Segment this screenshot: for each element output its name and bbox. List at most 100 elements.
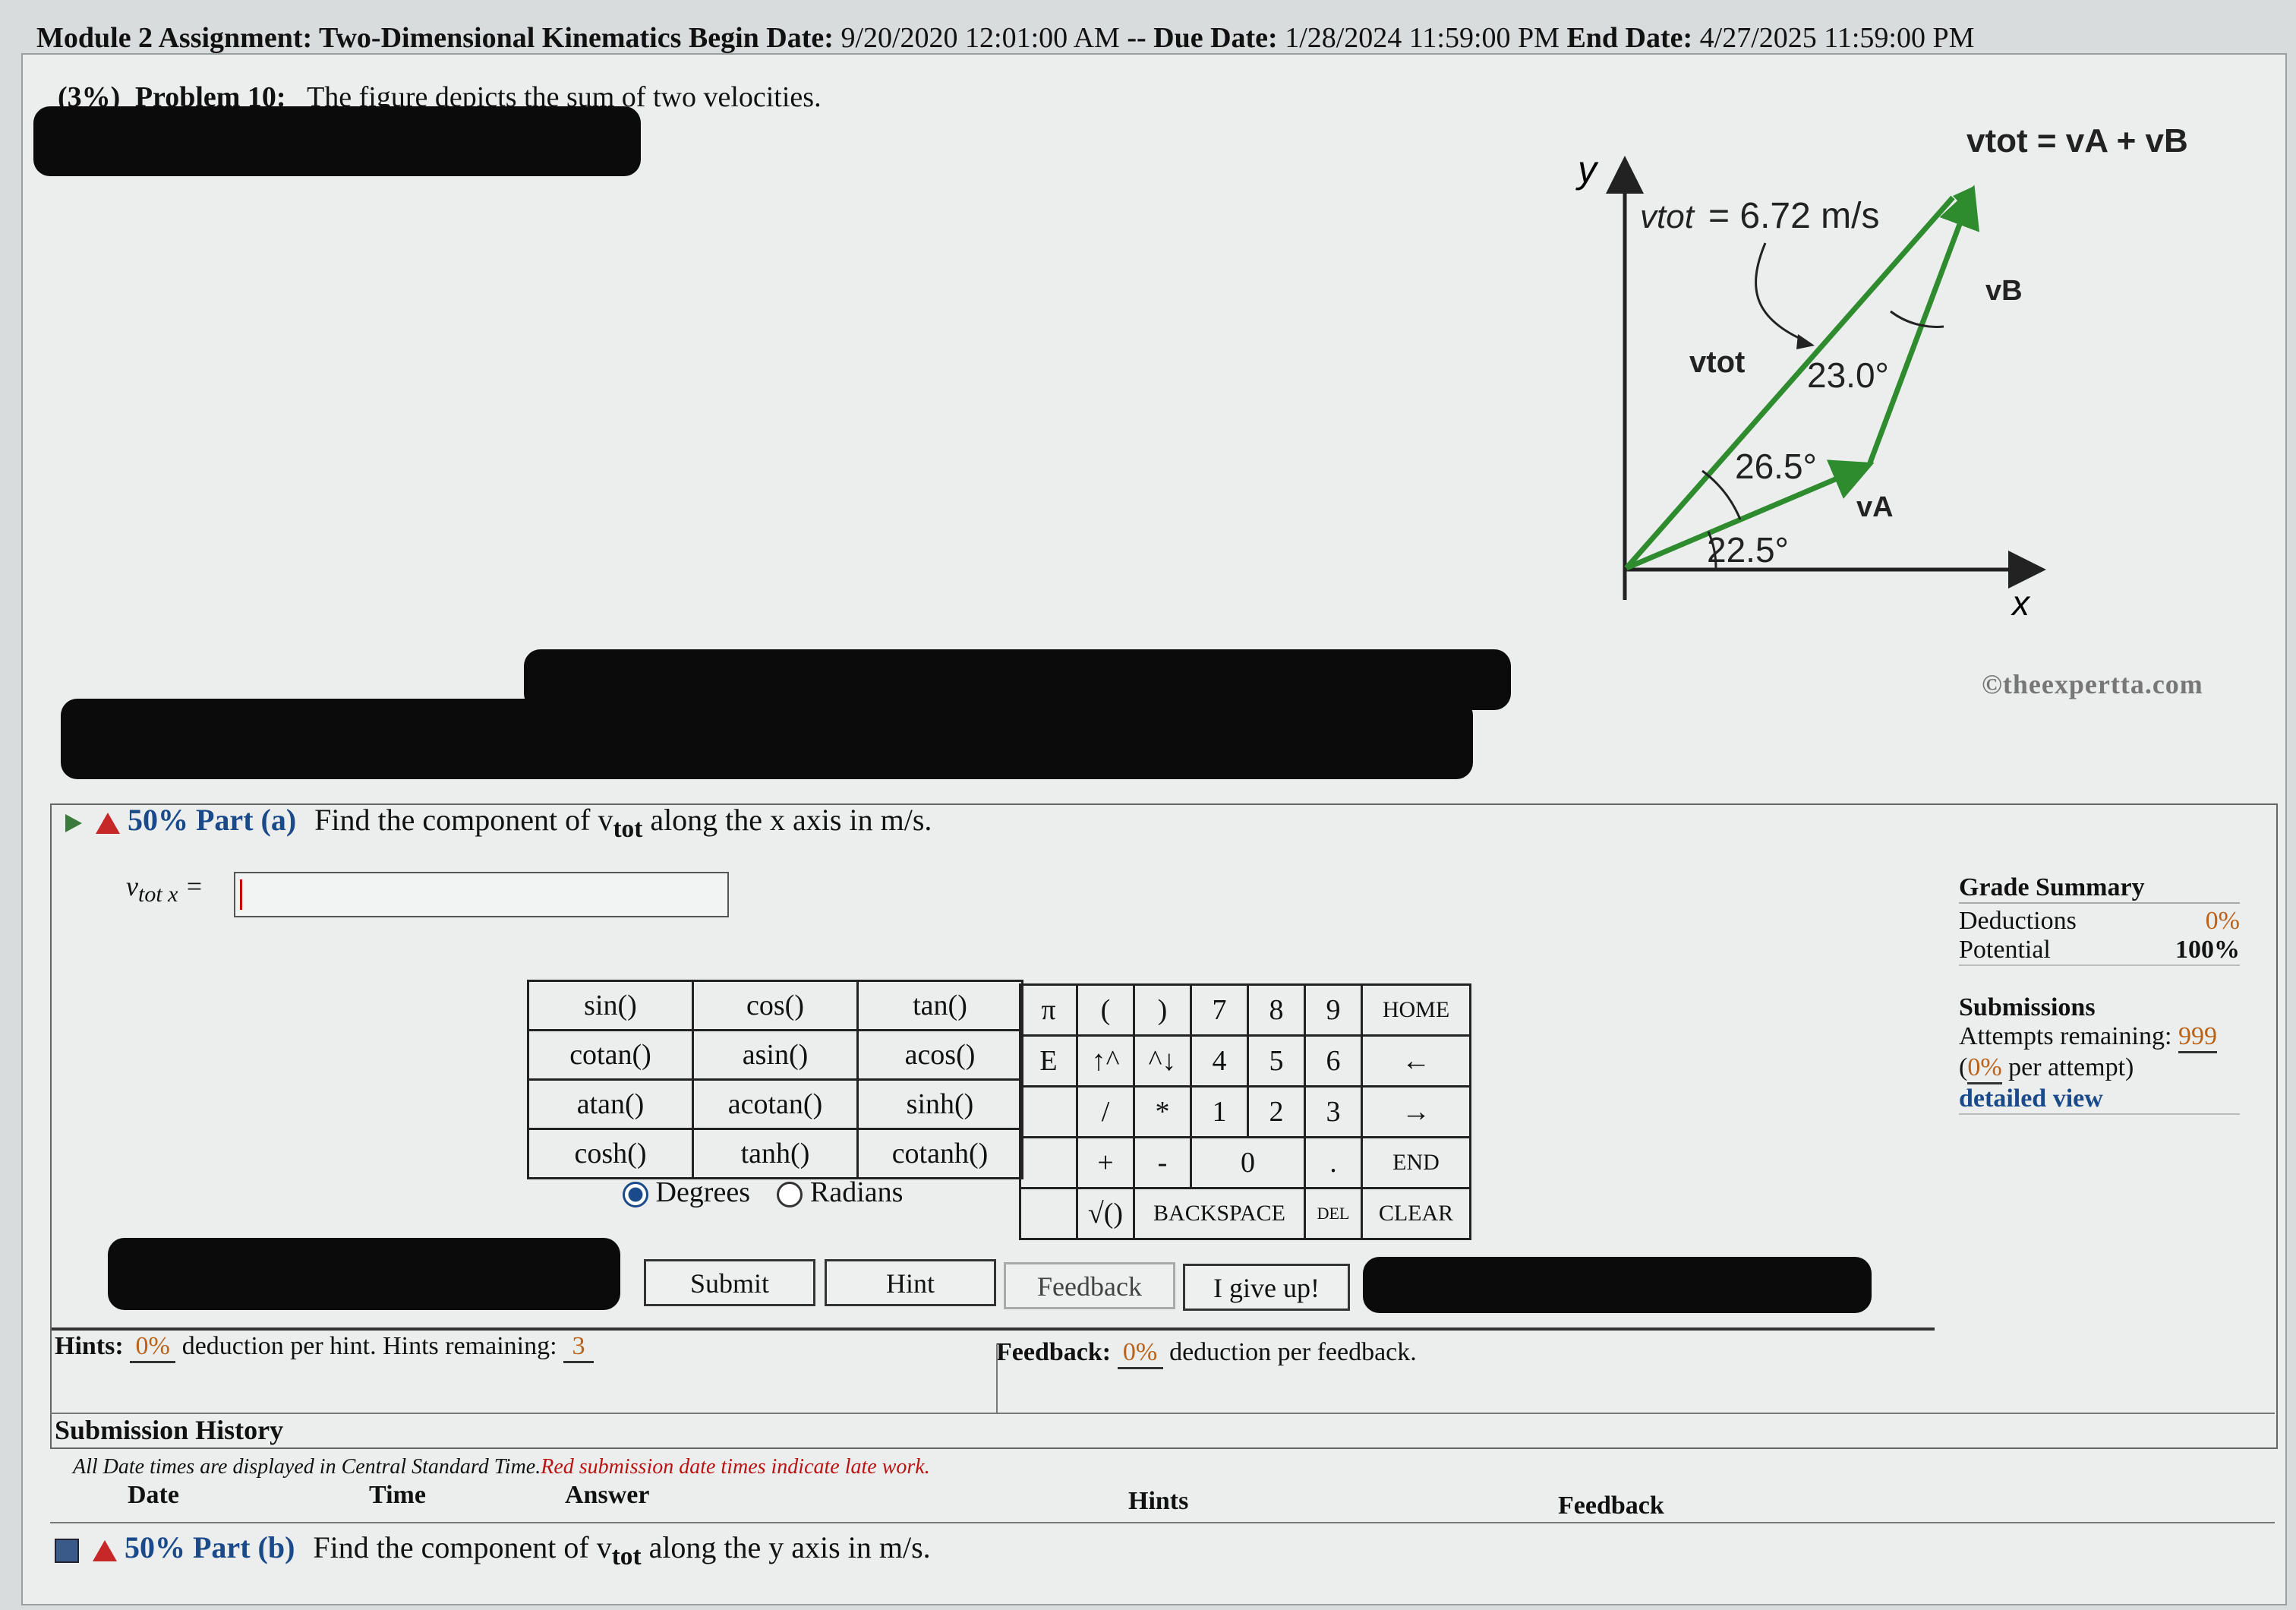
feedback-info: Feedback: 0% deduction per feedback. — [996, 1338, 1417, 1369]
history-col-date: Date — [128, 1481, 179, 1509]
key-7[interactable]: 7 — [1190, 983, 1249, 1037]
key-3[interactable]: 3 — [1304, 1085, 1363, 1138]
key-e[interactable]: E — [1019, 1034, 1078, 1088]
key-acotan[interactable]: acotan() — [692, 1078, 859, 1130]
deductions-row: Deductions 0% — [1959, 907, 2240, 935]
vb-label: vB — [1985, 275, 2023, 307]
attempts-row: Attempts remaining: 999 — [1959, 1022, 2240, 1053]
redaction-mark — [33, 106, 641, 176]
degrees-radio[interactable] — [623, 1182, 648, 1208]
angle-mid-label: 26.5° — [1735, 447, 1817, 486]
key-del[interactable]: DEL — [1304, 1187, 1363, 1240]
submit-button[interactable]: Submit — [644, 1259, 815, 1306]
hint-button[interactable]: Hint — [825, 1259, 996, 1306]
answer-label: vtot x = — [126, 871, 203, 908]
angle-bottom-label: 22.5° — [1707, 530, 1789, 570]
key-blank — [1019, 1187, 1078, 1240]
key-plus[interactable]: + — [1076, 1136, 1135, 1189]
redaction-mark — [61, 699, 1473, 779]
key-sqrt[interactable]: √() — [1076, 1187, 1135, 1240]
collapse-box-icon[interactable] — [55, 1538, 79, 1563]
key-sin[interactable]: sin() — [527, 980, 694, 1031]
key-blank — [1019, 1136, 1078, 1189]
key-cosh[interactable]: cosh() — [527, 1128, 694, 1179]
key-open-paren[interactable]: ( — [1076, 983, 1135, 1037]
give-up-button[interactable]: I give up! — [1183, 1264, 1350, 1311]
y-axis-label: y — [1575, 148, 1599, 191]
history-divider — [50, 1413, 2275, 1414]
key-clear[interactable]: CLEAR — [1361, 1187, 1471, 1240]
assignment-header: Module 2 Assignment: Two-Dimensional Kin… — [36, 22, 1975, 54]
key-minus[interactable]: - — [1133, 1136, 1192, 1189]
key-end[interactable]: END — [1361, 1136, 1471, 1189]
key-atan[interactable]: atan() — [527, 1078, 694, 1130]
feedback-divider — [996, 1344, 998, 1413]
radians-radio[interactable] — [777, 1182, 803, 1208]
key-tanh[interactable]: tanh() — [692, 1128, 859, 1179]
key-backspace[interactable]: BACKSPACE — [1133, 1187, 1306, 1240]
per-attempt-row: (0% per attempt) — [1959, 1053, 2240, 1084]
function-keypad: sin() cos() tan() cotan() asin() acos() … — [527, 980, 1023, 1179]
key-1[interactable]: 1 — [1190, 1085, 1249, 1138]
grade-summary-title: Grade Summary — [1959, 873, 2240, 904]
key-sinh[interactable]: sinh() — [856, 1078, 1023, 1130]
detailed-view-link[interactable]: detailed view — [1959, 1084, 2240, 1115]
va-label: vA — [1856, 491, 1894, 523]
answer-input[interactable] — [234, 872, 729, 917]
key-blank — [1019, 1085, 1078, 1138]
copyright: ©theexpertta.com — [1982, 669, 2203, 699]
key-6[interactable]: 6 — [1304, 1034, 1363, 1088]
key-cotan[interactable]: cotan() — [527, 1029, 694, 1081]
key-multiply[interactable]: * — [1133, 1085, 1192, 1138]
key-cos[interactable]: cos() — [692, 980, 859, 1031]
grade-summary: Grade Summary Deductions 0% Potential 10… — [1959, 873, 2240, 1115]
hints-info: Hints: 0% deduction per hint. Hints rema… — [55, 1332, 594, 1363]
key-8[interactable]: 8 — [1247, 983, 1306, 1037]
key-decimal[interactable]: . — [1304, 1136, 1363, 1189]
key-right-arrow[interactable]: → — [1361, 1085, 1471, 1138]
key-9[interactable]: 9 — [1304, 983, 1363, 1037]
key-2[interactable]: 2 — [1247, 1085, 1306, 1138]
expand-arrow-icon[interactable] — [65, 813, 82, 832]
radians-label: Radians — [809, 1176, 904, 1208]
key-5[interactable]: 5 — [1247, 1034, 1306, 1088]
degrees-label: Degrees — [655, 1176, 750, 1208]
key-home[interactable]: HOME — [1361, 983, 1471, 1037]
key-left-arrow[interactable]: ← — [1361, 1034, 1471, 1088]
key-0[interactable]: 0 — [1190, 1136, 1306, 1189]
vtot-label-side: vtot — [1689, 346, 1745, 379]
history-col-feedback: Feedback — [1558, 1492, 1664, 1520]
number-keypad: π ( ) 7 8 9 HOME E ↑^ ^↓ 4 5 6 ← / * 1 2… — [1019, 983, 1471, 1240]
key-close-paren[interactable]: ) — [1133, 983, 1192, 1037]
key-4[interactable]: 4 — [1190, 1034, 1249, 1088]
key-tan[interactable]: tan() — [856, 980, 1023, 1031]
key-divide[interactable]: / — [1076, 1085, 1135, 1138]
warning-icon — [96, 812, 120, 834]
key-up-power[interactable]: ↑^ — [1076, 1034, 1135, 1088]
key-cotanh[interactable]: cotanh() — [856, 1128, 1023, 1179]
history-col-answer: Answer — [565, 1481, 650, 1509]
text-caret — [240, 879, 242, 910]
vtot-label-top: vtot — [1640, 198, 1695, 235]
vector-figure: y x vtot = 6.72 m/s vtot vB vA 23.0° 26.… — [1575, 122, 2188, 623]
key-asin[interactable]: asin() — [692, 1029, 859, 1081]
assignment-title: Module 2 Assignment: Two-Dimensional Kin… — [36, 22, 682, 54]
history-note: All Date times are displayed in Central … — [73, 1455, 930, 1479]
key-down-power[interactable]: ^↓ — [1133, 1034, 1192, 1088]
part-b-title: 50% Part (b) Find the component of vtot … — [55, 1530, 931, 1571]
angle-arc-top — [1890, 310, 1944, 328]
submissions-title: Submissions — [1959, 993, 2096, 1021]
submission-history-title: Submission History — [55, 1415, 284, 1445]
x-axis-label: x — [2011, 583, 2031, 623]
key-pi[interactable]: π — [1019, 983, 1078, 1037]
warning-icon — [93, 1539, 117, 1561]
key-acos[interactable]: acos() — [856, 1029, 1023, 1081]
vtot-value: = 6.72 m/s — [1708, 196, 1879, 236]
equation-label: vtot = vA + vB — [1966, 122, 2188, 159]
hints-divider — [52, 1327, 1935, 1331]
feedback-button[interactable]: Feedback — [1004, 1262, 1175, 1309]
history-col-time: Time — [369, 1481, 426, 1509]
angle-mode: Degrees Radians — [623, 1176, 903, 1209]
angle-top-label: 23.0° — [1807, 355, 1889, 395]
pointer-line — [1755, 242, 1808, 343]
